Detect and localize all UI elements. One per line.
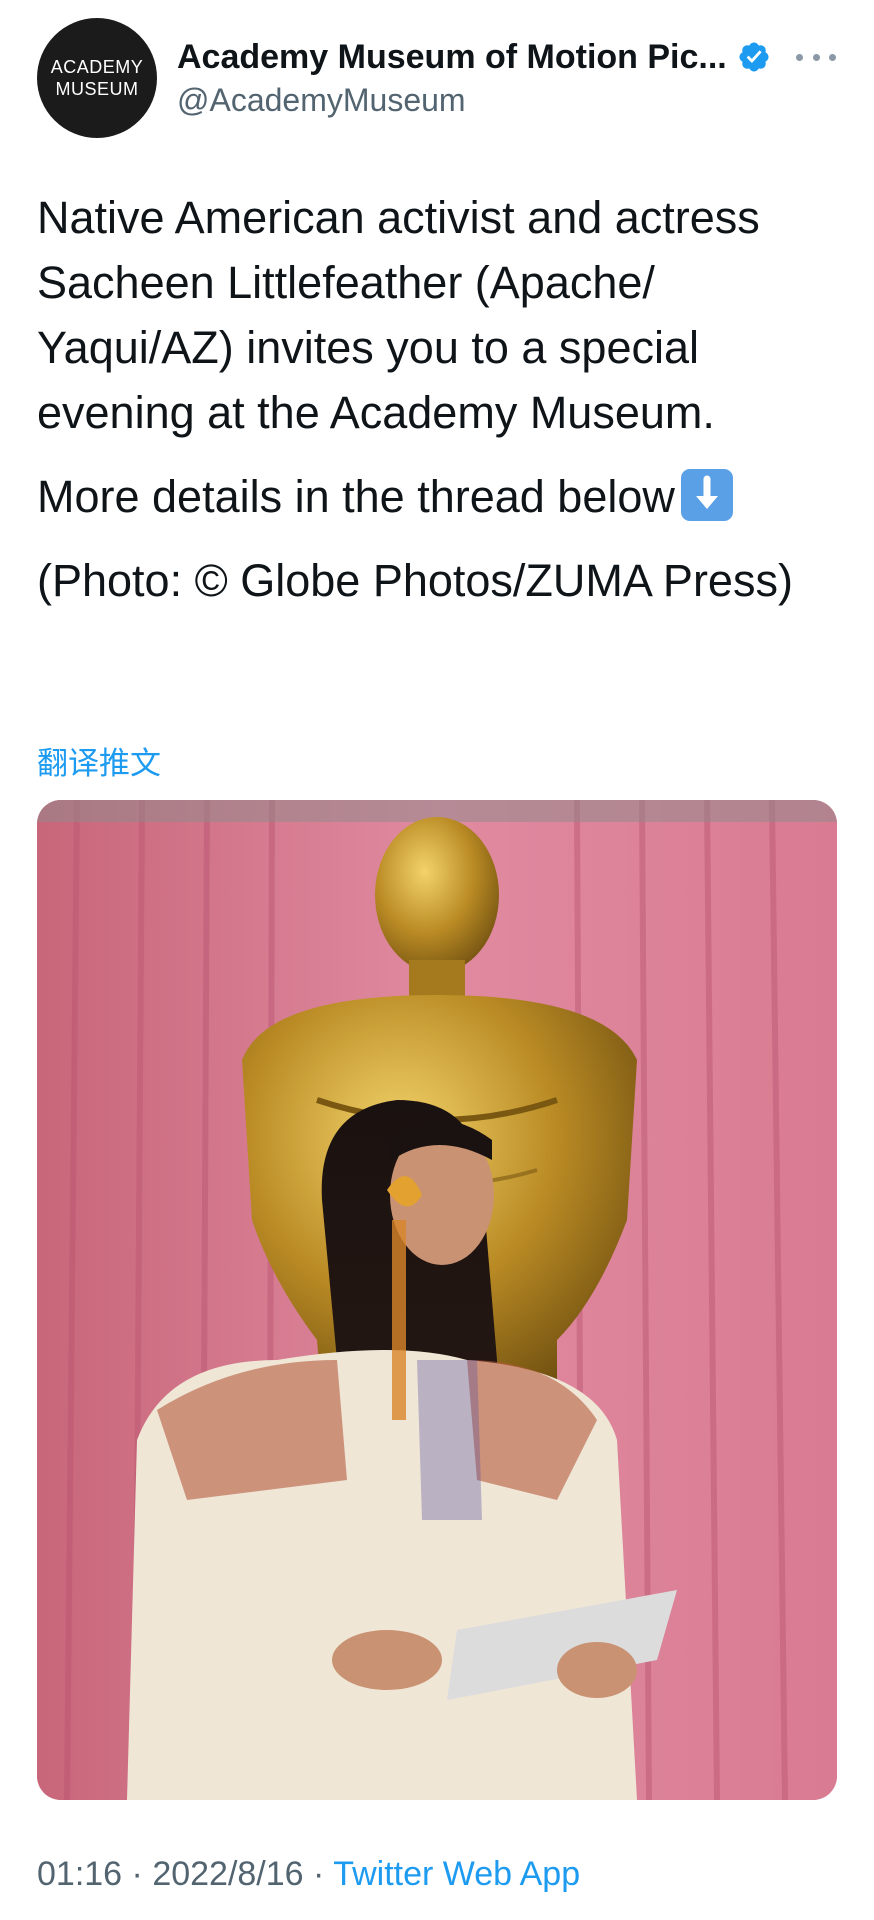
avatar[interactable]: ACADEMY MUSEUM <box>37 18 157 138</box>
more-options-icon[interactable] <box>796 42 836 72</box>
meta-separator: · <box>303 1855 334 1893</box>
tweet-metadata: 01:16 · 2022/8/16 · Twitter Web App <box>37 1855 580 1894</box>
tweet-time[interactable]: 01:16 <box>37 1855 122 1893</box>
tweet-source-link[interactable]: Twitter Web App <box>333 1855 580 1893</box>
translate-tweet-link[interactable]: 翻译推文 <box>37 738 161 783</box>
more-dot <box>829 53 836 61</box>
meta-separator: · <box>122 1855 153 1893</box>
tweet-paragraph-2: More details in the thread below <box>37 464 847 529</box>
display-name[interactable]: Academy Museum of Motion Pic... <box>177 38 727 77</box>
more-dot <box>796 53 803 61</box>
tweet-paragraph-3: (Photo: © Globe Photos/ZUMA Press) <box>37 555 793 606</box>
down-arrow-emoji-icon <box>680 469 733 521</box>
tweet-date[interactable]: 2022/8/16 <box>152 1855 303 1893</box>
tweet-header: Academy Museum of Motion Pic... @Academy… <box>177 34 771 119</box>
verified-badge-icon <box>737 40 771 74</box>
tweet-photo[interactable] <box>37 800 837 1800</box>
user-handle[interactable]: @AcademyMuseum <box>177 82 771 119</box>
tweet-paragraph-2-text: More details in the thread below <box>37 471 675 522</box>
avatar-line-2: MUSEUM <box>55 79 139 99</box>
tweet-text: Native American activist and actress Sac… <box>37 185 847 613</box>
tweet-paragraph-1: Native American activist and actress Sac… <box>37 192 760 438</box>
more-dot <box>812 53 820 61</box>
avatar-line-1: ACADEMY <box>50 57 144 77</box>
